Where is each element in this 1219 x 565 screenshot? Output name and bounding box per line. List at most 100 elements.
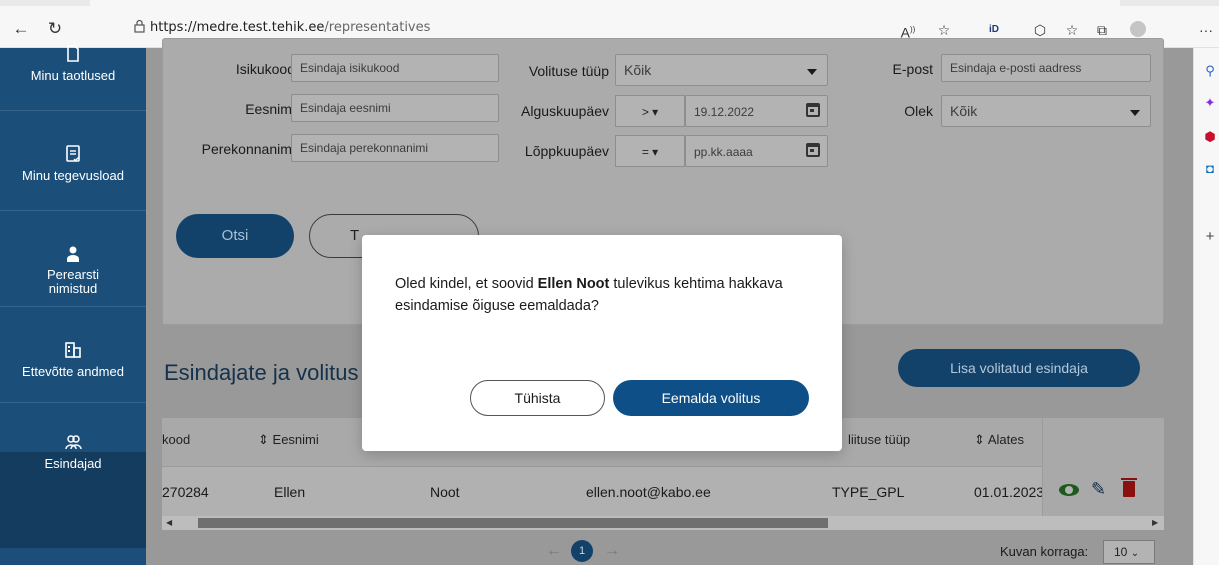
volituse-tyyp-label: Volituse tüüp xyxy=(528,63,609,79)
loppkuupaev-placeholder: pp.kk.aaaa xyxy=(694,145,753,159)
next-page-icon[interactable]: → xyxy=(604,540,620,562)
prev-page-icon[interactable]: ← xyxy=(546,540,562,562)
id-extension-icon[interactable]: iD xyxy=(984,21,1004,39)
section-title: Esindajate ja volitus xyxy=(164,360,359,385)
pagination: ← 1 → xyxy=(546,540,646,564)
alguskuupaev-input[interactable]: 19.12.2022 xyxy=(685,95,828,127)
back-arrow-icon[interactable]: ← xyxy=(10,18,32,40)
sort-icon: ⇕ xyxy=(974,432,985,447)
office-icon[interactable]: ⬢ xyxy=(1203,130,1217,144)
loppkuupaev-operator[interactable]: = ▾ xyxy=(615,135,685,167)
more-menu-icon[interactable]: ··· xyxy=(1196,21,1216,39)
per-page-label: Kuvan korraga: xyxy=(1000,544,1089,559)
isikukood-label: Isikukood xyxy=(235,61,295,77)
eesnimi-label: Eesnimi xyxy=(245,101,295,117)
cell-perekonnanimi: Noot xyxy=(430,484,460,500)
confirm-dialog: Oled kindel, et soovid Ellen Noot tulevi… xyxy=(362,235,842,451)
delete-trash-icon[interactable] xyxy=(1121,478,1137,497)
column-header-eesnimi[interactable]: ⇕ Eesnimi xyxy=(258,432,319,448)
column-header-isikukood[interactable]: kood xyxy=(162,432,190,447)
column-header-label: Alates xyxy=(987,432,1024,447)
nav-item-minu-tegevusload[interactable]: Minu tegevusload xyxy=(0,144,146,183)
add-representative-button[interactable]: Lisa volitatud esindaja xyxy=(898,349,1140,387)
loppkuupaev-input[interactable]: pp.kk.aaaa xyxy=(685,135,828,167)
actions-column: ✎ xyxy=(1042,418,1164,518)
epost-label: E-post xyxy=(892,61,933,77)
view-eye-icon[interactable] xyxy=(1059,484,1079,496)
nav-item-minu-taotlused[interactable]: Minu taotlused xyxy=(0,45,146,83)
per-page-value: 10 xyxy=(1114,545,1128,559)
volituse-tyyp-value: Kõik xyxy=(624,62,652,78)
chevron-down-icon xyxy=(1130,110,1140,116)
dialog-message: Oled kindel, et soovid Ellen Noot tulevi… xyxy=(395,273,825,317)
outlook-icon[interactable]: ◘ xyxy=(1203,162,1217,176)
lock-icon xyxy=(134,20,145,33)
collections-icon[interactable]: ⧉ xyxy=(1092,21,1112,39)
scroll-right-icon[interactable]: ▶ xyxy=(1152,518,1158,527)
cell-isikukood: 270284 xyxy=(162,484,209,500)
dialog-text-before: Oled kindel, et soovid xyxy=(395,276,538,292)
nav-item-ettevotte-andmed[interactable]: Ettevõtte andmed xyxy=(0,340,146,379)
alguskuupaev-label: Alguskuupäev xyxy=(521,103,609,119)
edit-pencil-icon[interactable]: ✎ xyxy=(1091,480,1109,498)
volituse-tyyp-select[interactable]: Kõik xyxy=(615,54,828,86)
cell-email: ellen.noot@kabo.ee xyxy=(586,484,711,500)
tab-strip xyxy=(0,0,1219,6)
url-host: https://medre.test.tehik.ee xyxy=(150,20,325,35)
column-header-label: Eesnimi xyxy=(272,432,319,447)
scroll-thumb[interactable] xyxy=(198,518,828,528)
puzzle-extension-icon[interactable]: ⬡ xyxy=(1030,21,1050,39)
read-aloud-icon[interactable]: A)) xyxy=(898,21,918,41)
horizontal-scrollbar[interactable]: ◀ ▶ xyxy=(162,516,1164,530)
favorites-list-icon[interactable]: ☆ xyxy=(1062,21,1082,39)
alguskuupaev-value: 19.12.2022 xyxy=(694,105,755,119)
url-text: https://medre.test.tehik.ee/representati… xyxy=(150,20,430,35)
remove-authorization-button[interactable]: Eemalda volitus xyxy=(613,380,809,416)
olek-select[interactable]: Kõik xyxy=(941,95,1151,127)
epost-input[interactable]: Esindaja e-posti aadress xyxy=(941,54,1151,82)
isikukood-input[interactable]: Esindaja isikukood xyxy=(291,54,499,82)
perekonnanimi-label: Perekonnanimi xyxy=(201,141,295,157)
alguskuupaev-operator[interactable]: > ▾ xyxy=(615,95,685,127)
dialog-person-name: Ellen Noot xyxy=(537,276,610,292)
nav-item-esindajad[interactable]: Esindajad xyxy=(0,432,146,471)
calendar-icon[interactable] xyxy=(806,143,820,157)
refresh-icon[interactable]: ↻ xyxy=(44,18,66,40)
column-header-volituse-tyyp[interactable]: liituse tüüp xyxy=(848,432,910,447)
nav-label: Minu taotlused xyxy=(30,68,116,83)
license-icon xyxy=(66,145,80,162)
perekonnanimi-input[interactable]: Esindaja perekonnanimi xyxy=(291,134,499,162)
scroll-left-icon[interactable]: ◀ xyxy=(166,518,172,527)
chevron-down-icon xyxy=(807,69,817,75)
page-number[interactable]: 1 xyxy=(571,540,593,562)
chevron-down-icon: ⌄ xyxy=(1130,548,1140,559)
per-page-select[interactable]: 10 ⌄ xyxy=(1103,540,1155,564)
nav-label: Perearsti nimistud xyxy=(46,267,100,296)
browser-sidebar: ⚲ ✦ ⬢ ◘ + xyxy=(1193,48,1219,565)
users-icon xyxy=(65,435,82,450)
nav-label: Esindajad xyxy=(44,456,102,471)
favorite-star-icon[interactable]: ☆ xyxy=(934,21,954,39)
doctor-icon xyxy=(67,246,79,262)
search-sidebar-icon[interactable]: ⚲ xyxy=(1203,64,1217,78)
sort-icon: ⇕ xyxy=(258,432,269,447)
url-path: /representatives xyxy=(324,20,431,35)
search-button[interactable]: Otsi xyxy=(176,214,294,258)
loppkuupaev-label: Lõppkuupäev xyxy=(524,143,609,159)
profile-avatar-icon[interactable] xyxy=(1128,21,1148,39)
cancel-button[interactable]: Tühista xyxy=(470,380,605,416)
nav-item-perearsti-nimistud[interactable]: Perearsti nimistud xyxy=(0,244,146,296)
add-sidebar-icon[interactable]: + xyxy=(1203,229,1217,244)
eesnimi-input[interactable]: Esindaja eesnimi xyxy=(291,94,499,122)
nav-label: Minu tegevusload xyxy=(22,168,124,183)
app-sidebar: Minu taotlused Minu tegevusload Perearst… xyxy=(0,45,146,565)
operator-value: > xyxy=(641,105,649,119)
olek-label: Olek xyxy=(904,103,933,119)
cell-alates: 01.01.2023 xyxy=(974,484,1042,500)
olek-value: Kõik xyxy=(950,103,978,119)
column-header-alates[interactable]: ⇕ Alates xyxy=(974,432,1024,448)
document-icon xyxy=(67,45,79,62)
cell-volituse-tyyp: TYPE_GPL xyxy=(832,484,905,500)
copilot-icon[interactable]: ✦ xyxy=(1203,96,1217,110)
calendar-icon[interactable] xyxy=(806,103,820,117)
